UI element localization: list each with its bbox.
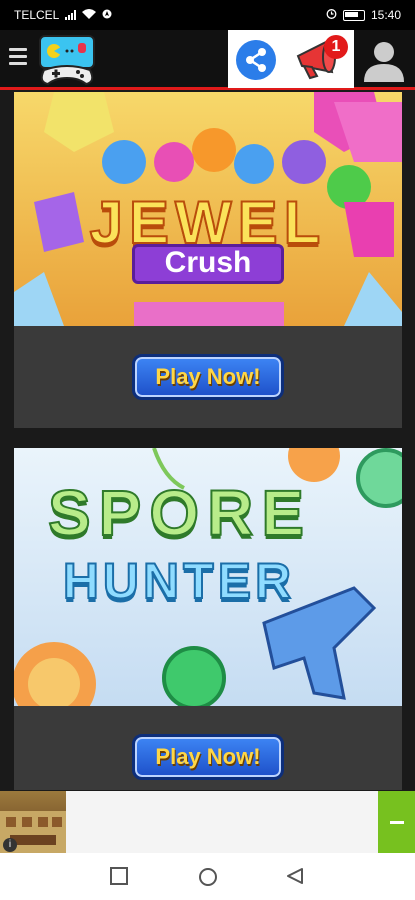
game-thumbnail[interactable]: SPORE HUNTER bbox=[14, 448, 402, 706]
battery-icon bbox=[342, 9, 365, 21]
notification-badge: 1 bbox=[324, 35, 348, 59]
status-bar: TELCEL 15:40 bbox=[0, 0, 415, 30]
home-icon[interactable] bbox=[198, 867, 218, 892]
game-title-line2: HUNTER bbox=[62, 552, 296, 610]
carrier-label: TELCEL bbox=[14, 8, 60, 22]
back-icon[interactable] bbox=[286, 867, 304, 890]
hamburger-icon[interactable] bbox=[9, 48, 27, 69]
game-card-jewel-crush[interactable]: JEWEL Crush Play Now! bbox=[14, 92, 402, 428]
share-icon[interactable] bbox=[236, 40, 276, 80]
game-thumbnail[interactable]: JEWEL Crush bbox=[14, 92, 402, 326]
game-title-line1: SPORE bbox=[47, 476, 313, 550]
location-icon bbox=[102, 8, 112, 22]
ad-cta-panel[interactable] bbox=[378, 791, 415, 853]
game-title-line2: Crush bbox=[164, 246, 252, 279]
wifi-icon bbox=[82, 8, 97, 22]
play-now-button[interactable]: Play Now! bbox=[132, 734, 284, 780]
play-now-button[interactable]: Play Now! bbox=[132, 354, 284, 400]
header-actions: 1 bbox=[228, 30, 354, 88]
clock: 15:40 bbox=[370, 8, 401, 22]
ad-banner[interactable]: i bbox=[0, 791, 415, 853]
game-card-spore-hunter[interactable]: SPORE HUNTER Play Now! bbox=[14, 448, 402, 790]
gamepad-tv-logo[interactable] bbox=[36, 34, 98, 86]
user-icon[interactable] bbox=[360, 36, 408, 84]
alarm-icon bbox=[326, 8, 337, 22]
ad-info-icon[interactable]: i bbox=[3, 838, 17, 852]
app-header: 1 bbox=[0, 30, 415, 90]
system-nav-bar bbox=[0, 853, 415, 900]
signal-icon bbox=[65, 10, 77, 20]
recent-apps-icon[interactable] bbox=[110, 867, 128, 890]
